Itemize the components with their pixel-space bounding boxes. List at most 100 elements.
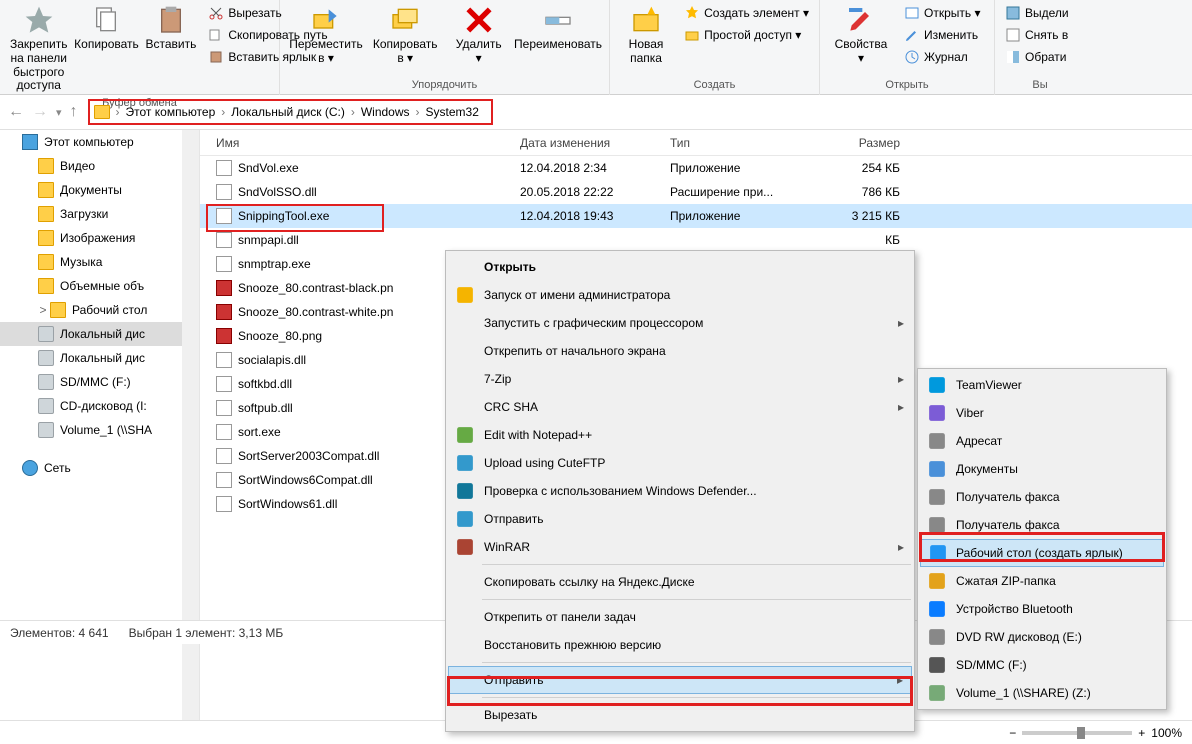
menu-item[interactable]: Открыть [448, 253, 912, 281]
rename-button[interactable]: Переименовать [513, 2, 603, 54]
paste-button[interactable]: Вставить [141, 2, 200, 54]
tree-item-label: Этот компьютер [44, 135, 134, 149]
menu-item[interactable]: 7-Zip▸ [448, 365, 912, 393]
menu-item[interactable]: WinRAR▸ [448, 533, 912, 561]
properties-button[interactable]: Свойства▾ [826, 2, 896, 68]
tree-item[interactable]: Этот компьютер [0, 130, 199, 154]
menu-item[interactable]: Скопировать ссылку на Яндекс.Диске [448, 568, 912, 596]
tree-item[interactable]: Сеть [0, 456, 199, 480]
up-button[interactable]: ↑ [70, 103, 78, 121]
menu-item-label: Восстановить прежнюю версию [484, 638, 661, 652]
tree-item[interactable]: Видео [0, 154, 199, 178]
menu-item[interactable]: Документы [920, 455, 1164, 483]
menu-item[interactable]: Получатель факса [920, 483, 1164, 511]
menu-item[interactable]: DVD RW дисковод (E:) [920, 623, 1164, 651]
back-button[interactable]: ← [8, 103, 24, 121]
contact-icon [928, 432, 946, 450]
invert-selection-button[interactable]: Обрати [1001, 46, 1073, 68]
copy-button[interactable]: Копировать [71, 2, 141, 54]
selall-label: Выдели [1025, 6, 1069, 20]
zoom-slider[interactable] [1022, 731, 1132, 735]
chevron-icon[interactable]: › [114, 105, 122, 119]
history-button[interactable]: Журнал [900, 46, 984, 68]
tree-item[interactable]: Volume_1 (\\SHA [0, 418, 199, 442]
expand-icon[interactable]: > [38, 303, 48, 317]
menu-item[interactable]: Отправить▸ [448, 666, 912, 694]
menu-item[interactable]: Запуск от имени администратора [448, 281, 912, 309]
delete-button[interactable]: Удалить▾ [444, 2, 513, 68]
menu-item[interactable]: Устройство Bluetooth [920, 595, 1164, 623]
menu-item[interactable]: Открепить от панели задач [448, 603, 912, 631]
menu-item[interactable]: Edit with Notepad++ [448, 421, 912, 449]
chevron-icon[interactable]: › [349, 105, 357, 119]
menu-item[interactable]: TeamViewer [920, 371, 1164, 399]
tree-item[interactable]: Документы [0, 178, 199, 202]
forward-button[interactable]: → [32, 103, 48, 121]
tree-item[interactable]: Музыка [0, 250, 199, 274]
easy-access-button[interactable]: Простой доступ ▾ [680, 24, 813, 46]
select-none-button[interactable]: Снять в [1001, 24, 1073, 46]
menu-item[interactable]: Volume_1 (\\SHARE) (Z:) [920, 679, 1164, 707]
group-new-title: Создать [616, 77, 813, 93]
crumb-system32[interactable]: System32 [422, 105, 483, 119]
crumb-this-pc[interactable]: Этот компьютер [122, 105, 220, 119]
menu-item[interactable]: Проверка с использованием Windows Defend… [448, 477, 912, 505]
open-icon [904, 5, 920, 21]
menu-item[interactable]: Viber [920, 399, 1164, 427]
tree-item[interactable]: Локальный дис [0, 322, 199, 346]
defender-icon [456, 482, 474, 500]
file-row[interactable]: SnippingTool.exe12.04.2018 19:43Приложен… [200, 204, 1192, 228]
chevron-icon[interactable]: › [219, 105, 227, 119]
chevron-icon[interactable]: › [414, 105, 422, 119]
zoom-value: 100% [1151, 726, 1182, 740]
file-row[interactable]: SndVol.exe12.04.2018 2:34Приложение254 К… [200, 156, 1192, 180]
menu-item[interactable]: Получатель факса [920, 511, 1164, 539]
menu-item[interactable]: Upload using CuteFTP [448, 449, 912, 477]
tree-item[interactable]: Локальный дис [0, 346, 199, 370]
menu-item[interactable]: Запустить с графическим процессором▸ [448, 309, 912, 337]
zoom-in-button[interactable]: + [1138, 726, 1145, 740]
pin-quick-access-button[interactable]: Закрепить на панели быстрого доступа [6, 2, 71, 95]
file-name: sort.exe [238, 425, 281, 439]
tree-item[interactable]: SD/MMC (F:) [0, 370, 199, 394]
net-icon [22, 460, 38, 476]
col-name-header[interactable]: Имя [200, 136, 520, 150]
menu-item[interactable]: Восстановить прежнюю версию [448, 631, 912, 659]
crumb-drive-c[interactable]: Локальный диск (C:) [227, 105, 349, 119]
file-row[interactable]: SndVolSSO.dll20.05.2018 22:22Расширение … [200, 180, 1192, 204]
file-date: 12.04.2018 19:43 [520, 209, 670, 223]
tree-item[interactable]: Объемные объ [0, 274, 199, 298]
edit-button[interactable]: Изменить [900, 24, 984, 46]
menu-item[interactable]: Отправить [448, 505, 912, 533]
menu-item[interactable]: Открепить от начального экрана [448, 337, 912, 365]
crumb-windows[interactable]: Windows [357, 105, 414, 119]
col-size-header[interactable]: Размер [820, 136, 920, 150]
copy-to-button[interactable]: Копироватьв ▾ [366, 2, 444, 68]
tree-item[interactable]: Изображения [0, 226, 199, 250]
tree-item[interactable]: >Рабочий стол [0, 298, 199, 322]
col-type-header[interactable]: Тип [670, 136, 820, 150]
pc-icon [22, 134, 38, 150]
menu-item[interactable]: Адресат [920, 427, 1164, 455]
col-date-header[interactable]: Дата изменения [520, 136, 670, 150]
tree-item-label: Изображения [60, 231, 135, 245]
menu-item[interactable]: Сжатая ZIP-папка [920, 567, 1164, 595]
context-menu[interactable]: ОткрытьЗапуск от имени администратораЗап… [445, 250, 915, 732]
new-item-button[interactable]: Создать элемент ▾ [680, 2, 813, 24]
tree-item[interactable]: CD-дисковод (I: [0, 394, 199, 418]
breadcrumb[interactable]: › Этот компьютер › Локальный диск (C:) ›… [88, 99, 493, 125]
move-to-button[interactable]: Переместитьв ▾ [286, 2, 366, 68]
file-row[interactable]: snmpapi.dllКБ [200, 228, 1192, 252]
open-button[interactable]: Открыть ▾ [900, 2, 984, 24]
tree-item[interactable]: Загрузки [0, 202, 199, 226]
send-to-menu[interactable]: TeamViewerViberАдресатДокументыПолучател… [917, 368, 1167, 710]
menu-item[interactable]: CRC SHA▸ [448, 393, 912, 421]
shield-icon [456, 286, 474, 304]
new-folder-button[interactable]: Новаяпапка [616, 2, 676, 68]
menu-item[interactable]: Вырезать [448, 701, 912, 729]
menu-item[interactable]: Рабочий стол (создать ярлык) [920, 539, 1164, 567]
zoom-out-button[interactable]: − [1009, 726, 1016, 740]
recent-button[interactable]: ▾ [56, 106, 62, 119]
select-all-button[interactable]: Выдели [1001, 2, 1073, 24]
menu-item[interactable]: SD/MMC (F:) [920, 651, 1164, 679]
